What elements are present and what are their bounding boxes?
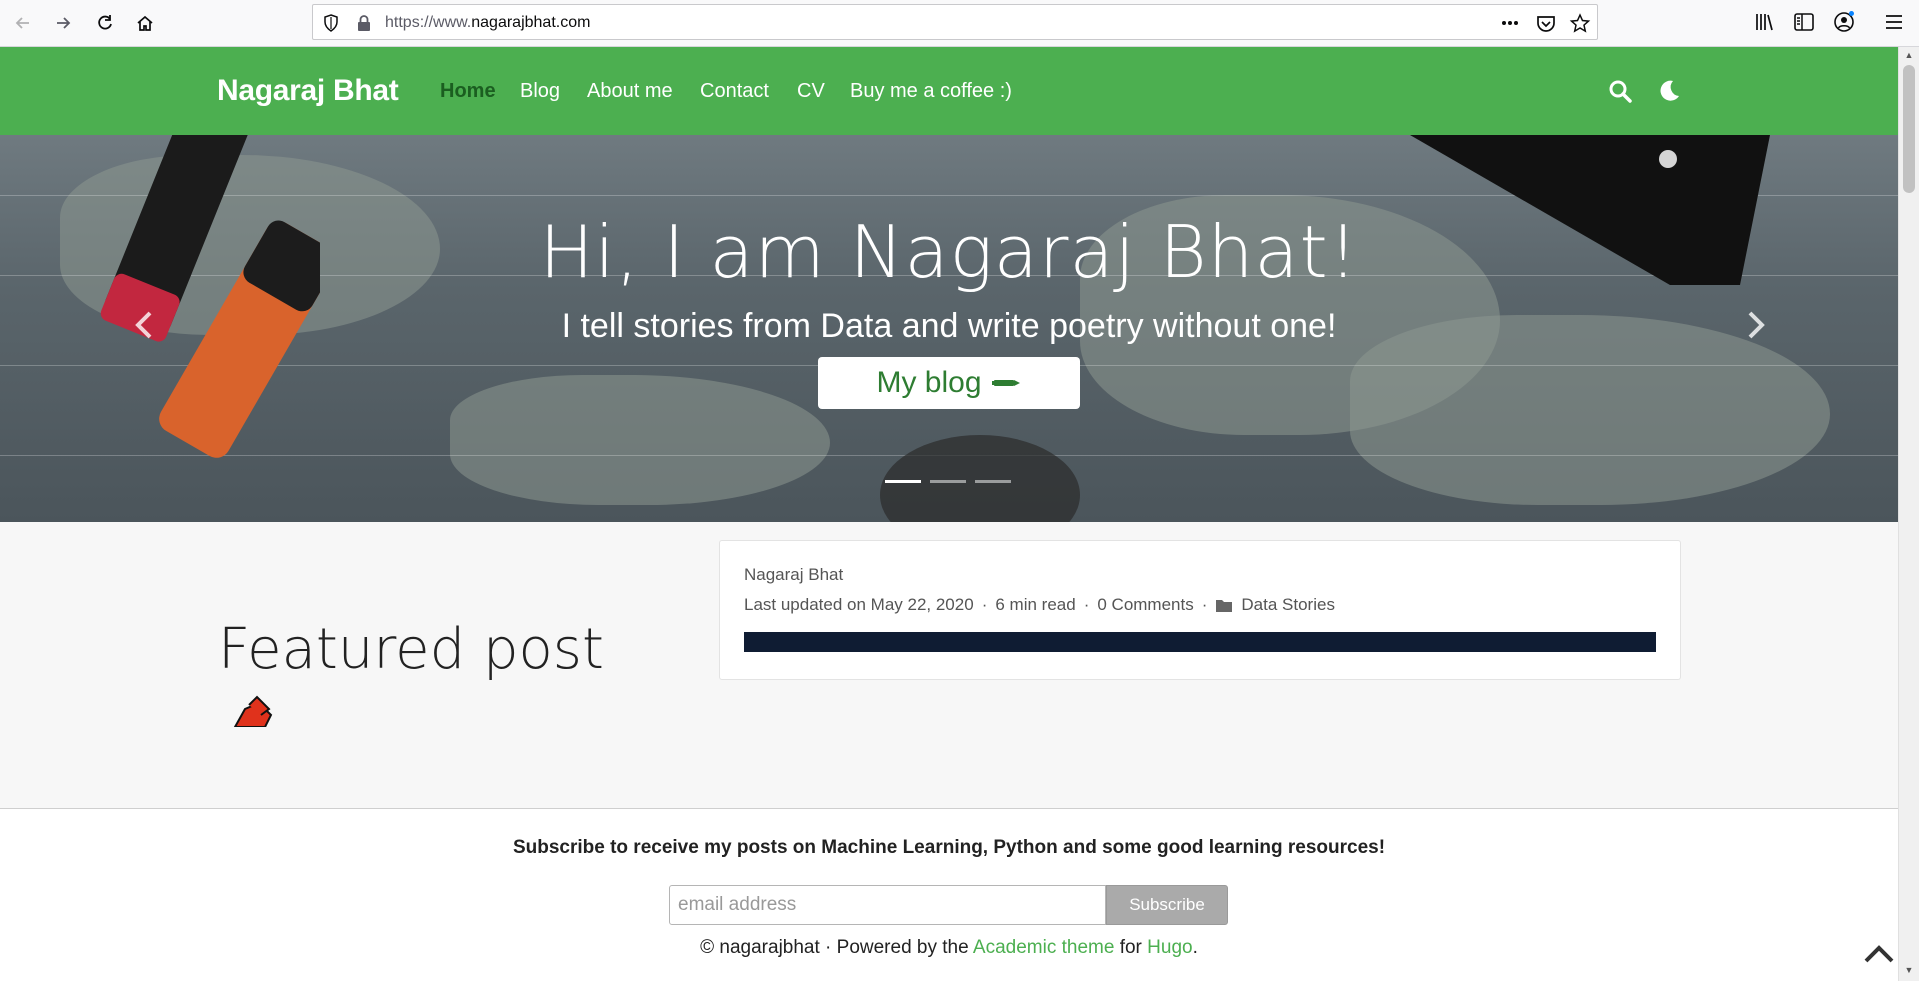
scroll-up-arrow-icon[interactable]: ▲	[1903, 50, 1915, 62]
meta-separator: ·	[981, 595, 988, 614]
post-meta: Last updated on May 22, 2020 · 6 min rea…	[744, 595, 1335, 615]
my-blog-button[interactable]: My blog	[818, 357, 1080, 409]
more-dots-icon[interactable]	[1499, 12, 1521, 34]
post-category[interactable]: Data Stories	[1241, 595, 1335, 615]
meta-separator: ·	[1201, 595, 1208, 614]
lock-icon[interactable]	[355, 13, 373, 33]
nav-cv[interactable]: CV	[797, 80, 825, 103]
post-comments[interactable]: 0 Comments	[1097, 595, 1193, 615]
nav-coffee[interactable]: Buy me a coffee :)	[850, 80, 1012, 103]
nav-contact[interactable]: Contact	[700, 80, 769, 103]
post-author[interactable]: Nagaraj Bhat	[744, 565, 843, 585]
carousel-indicator-1[interactable]	[885, 480, 921, 483]
pen-icon	[991, 380, 1020, 386]
subscribe-section: Subscribe to receive my posts on Machine…	[0, 808, 1898, 981]
shield-icon[interactable]	[321, 13, 341, 33]
meta-separator: ·	[1083, 595, 1090, 614]
hero-subtitle: I tell stories from Data and write poetr…	[561, 307, 1337, 345]
url-bar[interactable]: https://www.nagarajbhat.com	[312, 4, 1598, 40]
sidebar-icon[interactable]	[1792, 10, 1816, 34]
star-icon[interactable]	[1569, 12, 1591, 34]
carousel-indicator-3[interactable]	[975, 480, 1011, 483]
forward-arrow-icon	[57, 17, 71, 29]
carousel-prev-icon[interactable]	[130, 305, 160, 345]
carousel-next-icon[interactable]	[1740, 305, 1770, 345]
browser-toolbar: https://www.nagarajbhat.com	[0, 0, 1919, 47]
nav-home[interactable]: Home	[440, 80, 496, 103]
post-read-time: 6 min read	[995, 595, 1076, 614]
markers-photo	[100, 135, 320, 458]
email-input[interactable]	[669, 885, 1106, 925]
my-blog-label: My blog	[876, 366, 982, 399]
back-to-top-chevron-icon[interactable]	[1862, 939, 1896, 967]
copyright-text: © nagarajbhat · Powered by the Academic …	[700, 937, 1198, 958]
forward-button[interactable]	[48, 8, 78, 38]
menu-icon[interactable]	[1882, 10, 1906, 34]
post-updated-date: Last updated on May 22, 2020	[744, 595, 974, 614]
back-button[interactable]	[8, 8, 38, 38]
hugo-link[interactable]: Hugo	[1147, 937, 1192, 958]
url-text[interactable]: https://www.nagarajbhat.com	[385, 14, 590, 32]
nav-about[interactable]: About me	[587, 80, 673, 103]
home-icon	[137, 15, 153, 31]
hero-title: Hi, I am Nagaraj Bhat!	[539, 210, 1359, 294]
pushpin-icon	[233, 695, 273, 727]
home-button[interactable]	[130, 8, 160, 38]
scroll-down-arrow-icon[interactable]: ▼	[1903, 965, 1915, 977]
page-scrollbar[interactable]: ▲ ▼	[1898, 47, 1919, 981]
web-page: Nagaraj Bhat Home Blog About me Contact …	[0, 47, 1898, 769]
academic-theme-link[interactable]: Academic theme	[973, 937, 1115, 958]
site-brand[interactable]: Nagaraj Bhat	[217, 74, 399, 108]
reload-icon	[98, 15, 112, 30]
blurred-object	[880, 435, 1080, 522]
search-icon[interactable]	[1607, 78, 1633, 104]
pocket-icon[interactable]	[1535, 12, 1557, 34]
back-arrow-icon	[15, 17, 29, 29]
featured-post-card[interactable]: Nagaraj Bhat Last updated on May 22, 202…	[719, 540, 1681, 680]
subscribe-button[interactable]: Subscribe	[1106, 885, 1228, 925]
hero-carousel: Hi, I am Nagaraj Bhat! I tell stories fr…	[0, 135, 1898, 522]
carousel-indicator-2[interactable]	[930, 480, 966, 483]
subscribe-text: Subscribe to receive my posts on Machine…	[512, 837, 1386, 858]
library-icon[interactable]	[1752, 10, 1776, 34]
site-navbar: Nagaraj Bhat Home Blog About me Contact …	[0, 47, 1898, 135]
dark-mode-moon-icon[interactable]	[1656, 78, 1682, 104]
map-background	[450, 375, 830, 505]
account-icon[interactable]	[1832, 10, 1856, 34]
nav-blog[interactable]: Blog	[520, 80, 560, 103]
featured-post-heading: Featured post	[218, 617, 604, 682]
post-cover-image[interactable]	[744, 632, 1656, 652]
scroll-thumb[interactable]	[1903, 65, 1915, 193]
folder-icon	[1216, 599, 1233, 612]
reload-button[interactable]	[90, 8, 120, 38]
